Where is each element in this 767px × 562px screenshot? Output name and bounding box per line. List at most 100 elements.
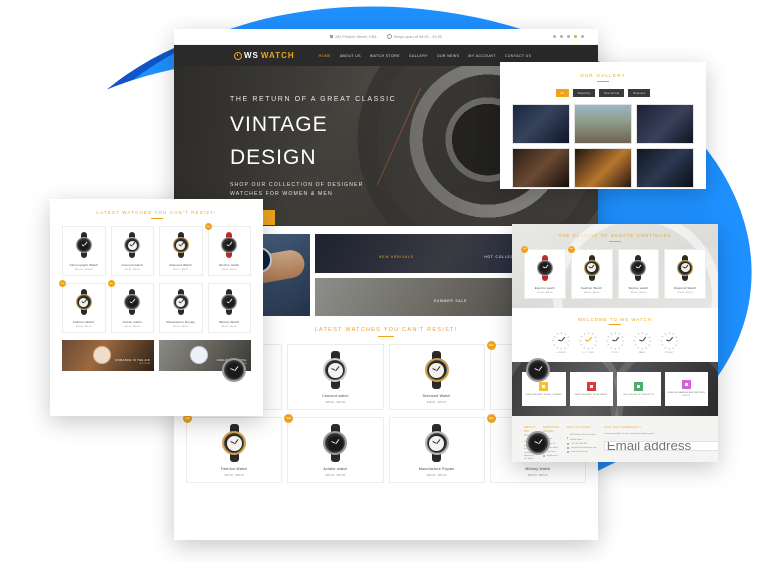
product-price: $55.00 - $85.00: [124, 326, 140, 329]
top-info-bar: 282 Pristine Street, USA Shops open at 0…: [174, 29, 598, 45]
hours-text: Shops open at 08:00 - 20:00: [393, 34, 442, 39]
product-image: [190, 423, 278, 463]
product-card[interactable]: Diamond Watch $18.97 - $28.97: [664, 248, 706, 299]
feature-box-big-choice[interactable]: BIG CHOICE OF PRODUCTS: [617, 372, 661, 407]
product-image: [162, 231, 200, 259]
product-price: $65.00 - $95.00: [426, 473, 447, 478]
twitter-icon[interactable]: [559, 34, 563, 39]
gallery-item-landscape-watch[interactable]: [574, 104, 632, 145]
product-name: Electric watch: [219, 263, 240, 268]
product-price: $18.97 - $28.97: [426, 400, 447, 405]
gallery-filter-branding[interactable]: Branding: [573, 89, 595, 98]
product-image: [527, 254, 563, 282]
product-card[interactable]: Chronograph Watch $150.00 - $500.00: [62, 226, 106, 277]
footer-link-label: My Account: [546, 455, 558, 458]
product-name: Skyline watch: [628, 285, 649, 290]
nav-item-watch-store[interactable]: WATCH STORE: [370, 54, 400, 58]
site-logo[interactable]: WS WATCH: [234, 51, 295, 60]
screenshot-stage: 282 Pristine Street, USA Shops open at 0…: [0, 0, 767, 562]
product-card[interactable]: Sale Fashion Watch $45.00 - $65.00: [567, 245, 613, 299]
gallery-filter-tabs: All Branding New Arrival Business: [500, 89, 706, 98]
gallery-grid: [500, 97, 706, 189]
banner-title: ROMANCE IN THE AIR: [115, 359, 150, 363]
product-price: $40.00 - $60.00: [630, 291, 647, 294]
sale-badge: Sale: [567, 245, 575, 253]
facebook-icon[interactable]: [552, 34, 556, 39]
product-price: $35.00 - $55.00: [221, 326, 237, 329]
nav-item-home[interactable]: HOME: [319, 54, 331, 58]
product-card[interactable]: Concord watch $25.90 - $30.90: [110, 226, 154, 277]
right-product-grid: Sale Electric watch $75.00 - $95.00 Sale…: [512, 242, 718, 299]
product-image: [393, 350, 481, 390]
sale-badge: Sale: [486, 414, 496, 424]
gallery-filter-business[interactable]: Business: [628, 89, 651, 98]
nav-item-contact-us[interactable]: CONTACT US: [505, 54, 532, 58]
product-card[interactable]: Sale Electric watch $75.00 - $95.00: [521, 245, 566, 299]
product-price: $75.00 - $95.00: [537, 291, 553, 294]
product-price: $150.00 - $500.00: [74, 269, 93, 272]
product-price: $55.00 - $85.00: [325, 473, 346, 478]
product-card[interactable]: Military Watch $35.00 - $55.00: [207, 283, 251, 334]
product-card[interactable]: Sale Aviator watch $55.00 - $85.00: [284, 414, 384, 484]
left-latest-heading: LATEST WATCHES YOU CAN'T RESIST!: [96, 210, 217, 215]
product-image: [162, 288, 200, 316]
instagram-icon[interactable]: [580, 34, 584, 39]
gallery-filter-new-arrival[interactable]: New Arrival: [599, 89, 625, 98]
banner-cta[interactable]: BUY NOW: [115, 363, 150, 365]
nav-item-about-us[interactable]: ABOUT US: [340, 54, 361, 58]
feature-box-fast-delivery[interactable]: FAST DELIVERY WORLDWIDE: [569, 372, 613, 407]
newsletter-email-input[interactable]: [603, 440, 718, 451]
hero-sub-line1: SHOP OUR COLLECTION OF DESIGNER: [230, 182, 364, 188]
gallery-item-hands-suit[interactable]: [636, 104, 694, 145]
google-icon[interactable]: [566, 34, 570, 39]
gallery-item-suit-watch[interactable]: [512, 104, 570, 145]
product-card[interactable]: Diamond Watch $18.97 - $28.97: [159, 226, 203, 277]
product-name: Diamond Watch: [422, 394, 451, 399]
product-card[interactable]: Sale Fashion Watch $45.00 - $65.00: [59, 280, 106, 334]
contact-site[interactable]: www.wswatch.com: [566, 450, 597, 454]
gallery-item-workshop[interactable]: [512, 148, 570, 189]
right-panel-mockup: THE CLASSIC OF DEBATE CONTINUES Sale Ele…: [512, 224, 718, 462]
product-price: $35.00 - $55.00: [528, 473, 548, 478]
product-price: $75.00 - $95.00: [221, 269, 237, 272]
product-name: Concord watch: [121, 263, 143, 268]
gallery-item-craft[interactable]: [574, 148, 632, 189]
footer-link[interactable]: My Account: [542, 454, 560, 458]
pinterest-icon[interactable]: [573, 34, 577, 39]
product-image: [667, 254, 703, 282]
footer-heading-join: JOIN OUR COMMUNITY: [603, 425, 642, 430]
bullet-icon: [542, 455, 545, 458]
social-links[interactable]: [552, 34, 584, 39]
clock-icon: [386, 34, 392, 39]
product-card[interactable]: Sale Aviator watch $55.00 - $85.00: [107, 280, 154, 334]
product-card[interactable]: Sale Electric watch $75.00 - $95.00: [204, 223, 251, 277]
feature-box-returns[interactable]: FREE EXCHANGES AND RETURNS POLICY: [664, 372, 708, 407]
product-image: [114, 288, 152, 316]
world-clock-london: [552, 332, 571, 351]
product-price: $18.97 - $28.97: [677, 291, 693, 294]
gallery-filter-all[interactable]: All: [555, 89, 570, 98]
product-name: Concord watch: [322, 394, 349, 399]
product-card[interactable]: Concord watch $25.90 - $30.90: [287, 344, 384, 411]
truck-icon: [539, 381, 549, 391]
left-product-grid-row2: Sale Fashion Watch $45.00 - $65.00 Sale …: [50, 276, 263, 334]
nav-item-our-news[interactable]: OUR NEWS: [437, 54, 460, 58]
clock-label: LONDON: [556, 352, 566, 355]
nav-item-my-account[interactable]: MY ACCOUNT: [468, 54, 495, 58]
gallery-item-dark-dials[interactable]: [636, 148, 694, 189]
gallery-heading-rule: [597, 81, 609, 83]
product-card[interactable]: Sale Fashion Watch $45.00 - $65.00: [183, 414, 283, 484]
nav-item-gallery[interactable]: GALLERY: [409, 54, 428, 58]
footer-col-join: JOIN OUR COMMUNITY Lorem ipsum dolor sit…: [603, 425, 718, 462]
product-card[interactable]: Manufacture Royale $65.00 - $95.00: [388, 417, 485, 484]
contact-text: www.wswatch.com: [570, 451, 589, 454]
romance-banner[interactable]: ROMANCE IN THE AIR BUY NOW: [62, 340, 154, 372]
product-card[interactable]: Manufacture Royale $65.00 - $95.00: [159, 283, 203, 334]
product-name: Fashion Watch: [73, 320, 95, 325]
product-card[interactable]: Diamond Watch $18.97 - $28.97: [388, 344, 485, 411]
contact-address: 282 Pristine Street, Pristine, United St…: [566, 433, 597, 441]
product-image: [621, 254, 657, 282]
product-card[interactable]: Skyline watch $40.00 - $60.00: [617, 248, 660, 299]
product-name: Diamond Watch: [169, 263, 192, 268]
sale-badge: Sale: [284, 414, 294, 424]
